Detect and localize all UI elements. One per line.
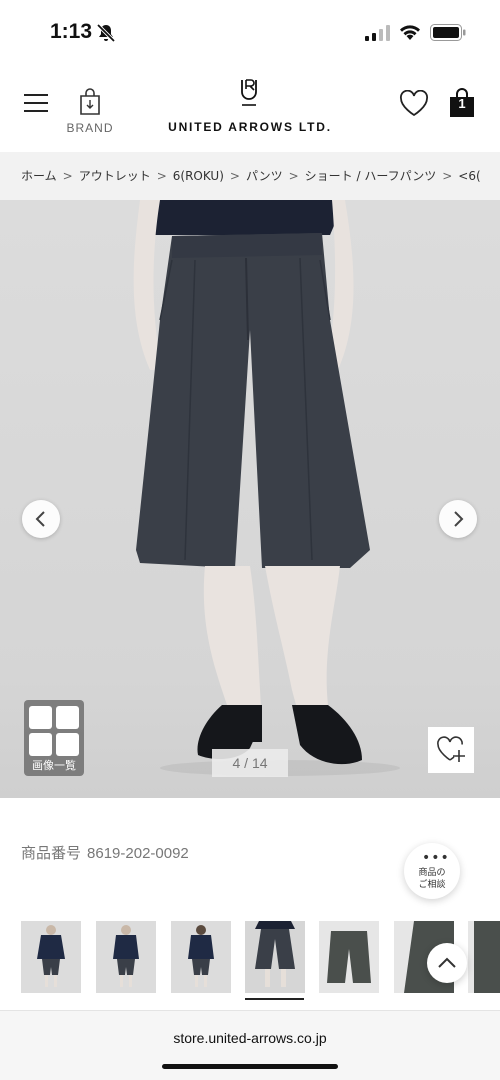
next-image-button[interactable] [439, 500, 477, 538]
logo-text: UNITED ARROWS LTD. [168, 120, 332, 134]
breadcrumb-separator: > [229, 169, 240, 183]
breadcrumb-item-brand[interactable]: 6(ROKU) [173, 152, 224, 200]
thumbnail-2[interactable] [96, 921, 156, 993]
cart-count: 1 [458, 96, 466, 111]
hamburger-menu-icon[interactable] [24, 93, 48, 113]
cellular-signal-icon [365, 25, 390, 41]
status-bar: 1:13 [0, 0, 500, 66]
chevron-up-icon [438, 957, 456, 968]
brand-bag-icon [80, 88, 100, 115]
thumbnail-4[interactable] [245, 921, 305, 993]
heart-plus-icon [437, 736, 465, 762]
add-to-favorites-button[interactable] [428, 727, 474, 773]
previous-image-button[interactable] [22, 500, 60, 538]
thumbnail-7[interactable] [468, 921, 500, 993]
image-counter: 4 / 14 [212, 749, 288, 777]
breadcrumb-item-shorts[interactable]: ショート / ハーフパンツ [305, 152, 437, 200]
consult-label-line2: ご相談 [418, 880, 446, 890]
brand-button[interactable]: BRAND [62, 88, 118, 138]
thumbnail-5[interactable] [319, 921, 379, 993]
more-dots-icon: ••• [422, 850, 450, 866]
breadcrumb-item-current[interactable]: <6( [458, 152, 480, 200]
product-number: 商品番号 8619-202-0092 [21, 842, 189, 863]
cart-button[interactable]: 1 [448, 88, 476, 118]
chevron-right-icon [454, 511, 464, 527]
wifi-icon [400, 25, 420, 40]
site-header: BRAND UNITED ARROWS LTD. 1 [0, 66, 500, 224]
thumbnail-1[interactable] [21, 921, 81, 993]
thumbnail-photo [468, 921, 500, 993]
site-logo[interactable]: UNITED ARROWS LTD. [150, 78, 350, 138]
breadcrumb-item-pants[interactable]: パンツ [246, 152, 283, 200]
thumbnail-photo [171, 921, 231, 993]
thumbnail-strip[interactable] [0, 921, 500, 1003]
thumbnail-photo [245, 921, 305, 993]
bell-slash-icon [96, 23, 116, 43]
battery-icon [430, 24, 466, 41]
product-consult-button[interactable]: ••• 商品の ご相談 [404, 843, 460, 899]
product-image-gallery[interactable]: 画像一覧 4 / 14 [0, 200, 500, 798]
breadcrumb-separator: > [156, 169, 167, 183]
status-time: 1:13 [50, 20, 93, 43]
logo-mark-icon [241, 79, 257, 106]
breadcrumb-separator: > [442, 169, 453, 183]
grid-icon [29, 706, 79, 756]
thumbnail-3[interactable] [171, 921, 231, 993]
heart-icon[interactable] [399, 90, 429, 117]
breadcrumb-item-outlet[interactable]: アウトレット [79, 152, 151, 200]
brand-label: BRAND [66, 121, 114, 135]
image-list-button[interactable]: 画像一覧 [24, 700, 84, 776]
product-number-value: 8619-202-0092 [87, 845, 189, 862]
scroll-to-top-button[interactable] [427, 943, 467, 983]
product-number-label: 商品番号 [21, 845, 82, 862]
browser-url[interactable]: store.united-arrows.co.jp [0, 1030, 500, 1046]
breadcrumb-item-home[interactable]: ホーム [21, 152, 57, 200]
thumbnail-photo [319, 921, 379, 993]
chevron-left-icon [35, 511, 45, 527]
breadcrumb-separator: > [62, 169, 73, 183]
thumbnail-photo [96, 921, 156, 993]
image-list-label: 画像一覧 [32, 759, 76, 772]
active-thumbnail-indicator [245, 998, 304, 1000]
thumbnail-photo [21, 921, 81, 993]
breadcrumb: ホーム > アウトレット >6(ROKU) > パンツ > ショート / ハーフパンツ > <6( [0, 152, 500, 200]
browser-address-bar[interactable]: store.united-arrows.co.jp [0, 1010, 500, 1080]
breadcrumb-separator: > [288, 169, 299, 183]
home-indicator[interactable] [162, 1064, 338, 1069]
